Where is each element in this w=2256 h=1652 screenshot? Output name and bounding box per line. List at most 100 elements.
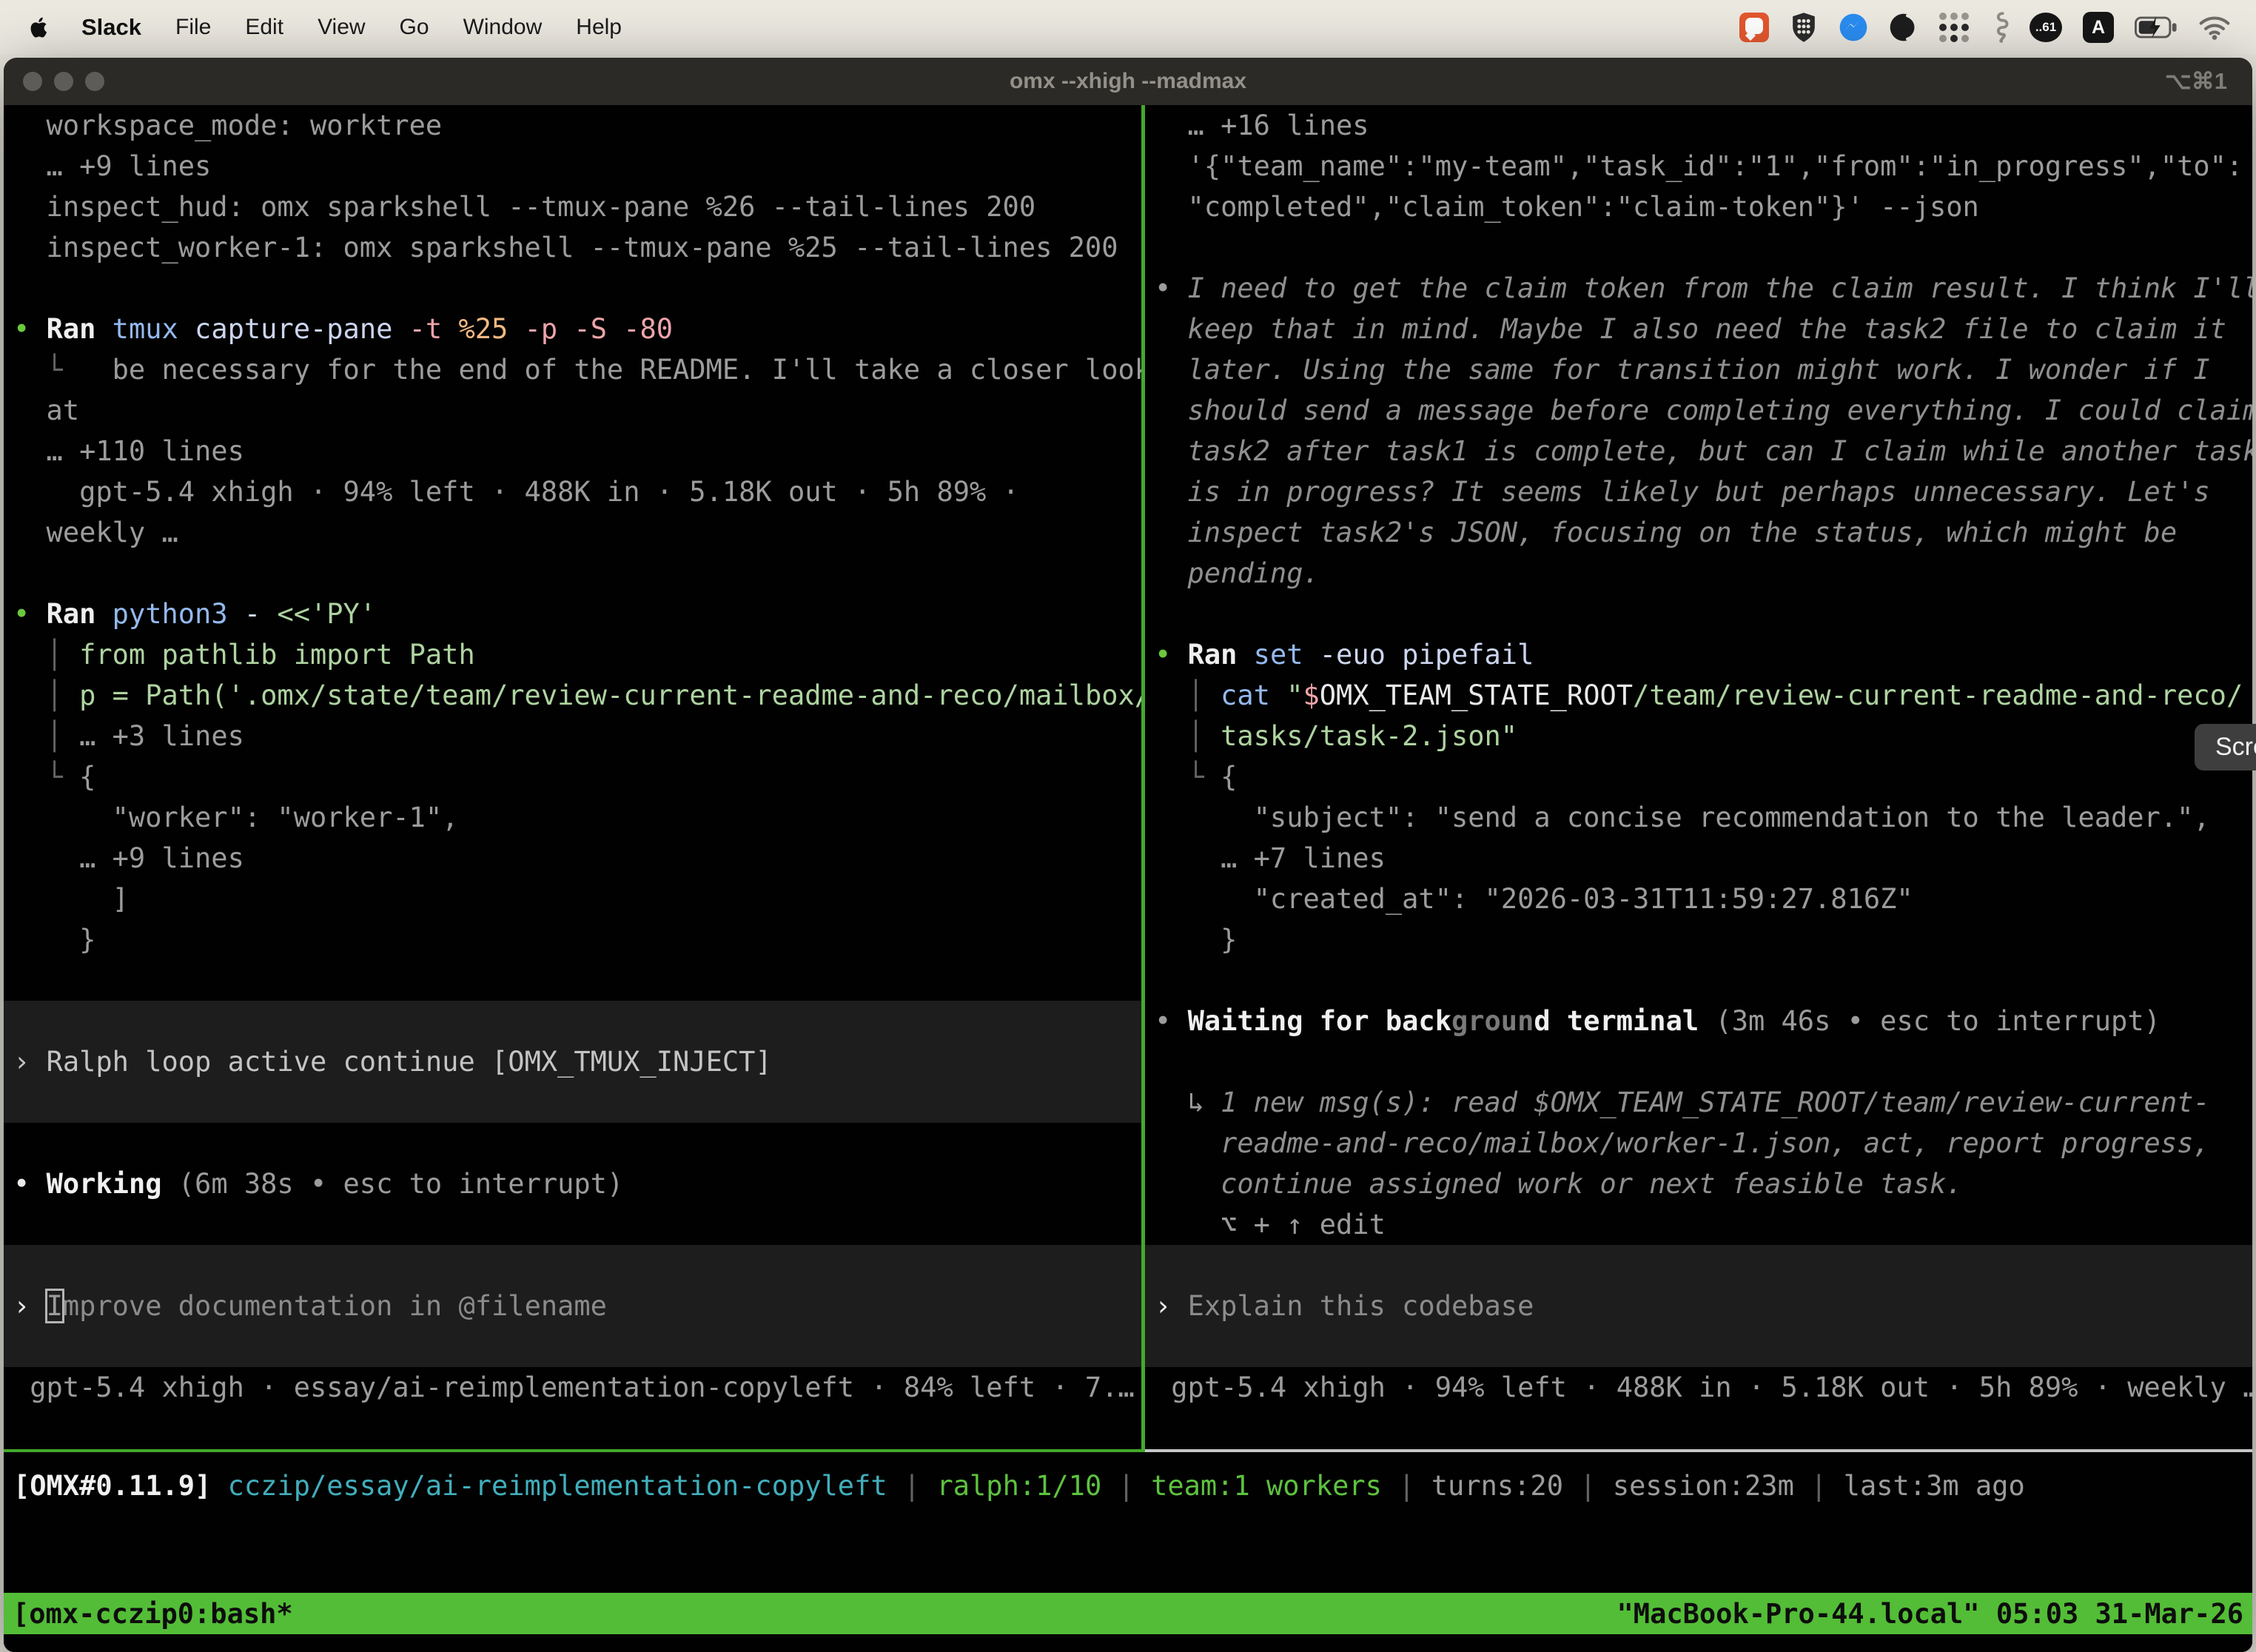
terminal-text: Ran xyxy=(47,313,113,345)
terminal-text: 1 new msg(s): read $OMX_TEAM_STATE_ROOT/… xyxy=(1221,1087,2210,1118)
terminal-text: later. Using the same for transition mig… xyxy=(1155,354,2210,386)
terminal-text: team:1 workers xyxy=(1151,1470,1382,1502)
menu-item-view[interactable]: View xyxy=(318,15,365,40)
terminal-text: task2 after task1 is complete, but can I… xyxy=(1155,435,2252,467)
terminal-line: inspect_worker-1: omx sparkshell --tmux-… xyxy=(4,227,1141,268)
terminal-text: %25 xyxy=(442,313,508,345)
prompt-input-right[interactable]: › Explain this codebase xyxy=(1145,1245,2252,1367)
terminal-text: … +110 lines xyxy=(13,435,244,467)
terminal-line: • Ran tmux capture-pane -t %25 -p -S -80 xyxy=(4,309,1141,349)
terminal-line: "worker": "worker-1", xyxy=(4,797,1141,838)
terminal-text: • xyxy=(1155,1005,1188,1037)
terminal-spacer xyxy=(4,1506,2252,1593)
terminal-line: │ … +3 lines xyxy=(4,716,1141,756)
terminal-line: workspace_mode: worktree xyxy=(4,105,1141,146)
pie-chart-icon[interactable] xyxy=(1889,13,1918,42)
battery-charging-icon[interactable] xyxy=(2135,13,2178,42)
terminal-text: inspect_worker-1: omx sparkshell --tmux-… xyxy=(13,232,1118,263)
terminal-text: python3 xyxy=(113,598,228,630)
terminal-text: weekly … xyxy=(13,517,178,548)
minimize-button[interactable] xyxy=(54,72,73,91)
terminal-line: weekly … xyxy=(4,512,1141,553)
dots-grid-icon[interactable] xyxy=(1939,13,1969,42)
terminal-line xyxy=(4,960,1141,1001)
terminal-text: { xyxy=(1221,761,1237,793)
terminal-text: gpt-5.4 xhigh · essay/ai-reimplementatio… xyxy=(13,1371,1135,1403)
terminal-line: │ tasks/task-2.json" xyxy=(1145,716,2252,756)
terminal-line: inspect task2's JSON, focusing on the st… xyxy=(1145,512,2252,553)
terminal-text: | xyxy=(1101,1470,1151,1502)
terminal-window: omx --xhigh --madmax ⌥⌘1 workspace_mode:… xyxy=(4,58,2252,1652)
terminal-text: Waiting for back xyxy=(1188,1005,1451,1037)
apple-menu-icon[interactable] xyxy=(25,14,52,41)
terminal-text: | xyxy=(1794,1470,1844,1502)
terminal-text: ⌥ + ↑ edit xyxy=(1155,1209,1386,1240)
menu-item-file[interactable]: File xyxy=(175,15,211,40)
terminal-line: └ be necessary for the end of the README… xyxy=(4,349,1141,390)
terminal-line: … +110 lines xyxy=(4,431,1141,471)
terminal-text: Explain this codebase xyxy=(1188,1290,1534,1322)
terminal-text: [OMX#0.11.9] xyxy=(13,1470,228,1502)
terminal-text: at xyxy=(13,394,79,426)
terminal-text: gpt-5.4 xhigh · 94% left · 488K in · 5.1… xyxy=(13,476,1019,508)
menu-item-help[interactable]: Help xyxy=(576,15,622,40)
terminal-line xyxy=(1145,960,2252,1001)
terminal-text: OMX_TEAM_STATE_ROOT xyxy=(1320,679,1633,711)
window-title-bar[interactable]: omx --xhigh --madmax ⌥⌘1 xyxy=(4,58,2252,105)
terminal-text: is in progress? It seems likely but perh… xyxy=(1155,476,2210,508)
screen-tooltip[interactable]: Scre xyxy=(2195,724,2256,770)
menu-item-window[interactable]: Window xyxy=(463,15,543,40)
terminal-text: "created_at": "2026-03-31T11:59:27.816Z" xyxy=(1155,883,1913,915)
terminal-text: turns:20 xyxy=(1431,1470,1563,1502)
terminal-line: keep that in mind. Maybe I also need the… xyxy=(1145,309,2252,349)
terminal-text: be necessary for the end of the README. … xyxy=(63,354,1141,386)
keypad-shield-icon[interactable] xyxy=(1790,12,1818,43)
terminal-line: is in progress? It seems likely but perh… xyxy=(1145,471,2252,512)
window-shortcut-badge: ⌥⌘1 xyxy=(2165,68,2227,95)
right-pane-border xyxy=(1145,1449,2252,1452)
badge-61-icon[interactable]: ..61 xyxy=(2030,13,2062,42)
terminal-line: readme-and-reco/mailbox/worker-1.json, a… xyxy=(1145,1123,2252,1164)
squiggle-icon[interactable] xyxy=(1990,11,2009,44)
terminal-text: -p -S -80 xyxy=(508,313,673,345)
wifi-icon[interactable] xyxy=(2198,14,2231,41)
terminal-text: Ran xyxy=(47,598,113,630)
terminal-line: } xyxy=(1145,919,2252,960)
window-title: omx --xhigh --madmax xyxy=(1010,69,1246,94)
messenger-icon[interactable] xyxy=(1839,13,1868,42)
tmux-status-bar: [omx-cczip0:bash* "MacBook-Pro-44.local"… xyxy=(4,1593,2252,1634)
terminal-text: capture-pane xyxy=(178,313,393,345)
terminal-text: Ralph loop active continue [OMX_TMUX_INJ… xyxy=(47,1046,772,1078)
terminal-text: │ xyxy=(1155,679,1221,711)
terminal-line: } xyxy=(4,919,1141,960)
terminal-text: keep that in mind. Maybe I also need the… xyxy=(1155,313,2226,345)
terminal-text: › xyxy=(13,1046,47,1078)
close-button[interactable] xyxy=(23,72,42,91)
input-source-a-icon[interactable]: A xyxy=(2083,12,2114,43)
terminal-text: inspect_hud: omx sparkshell --tmux-pane … xyxy=(13,191,1035,223)
terminal-text: readme-and-reco/mailbox/worker-1.json, a… xyxy=(1155,1127,2210,1159)
terminal-line xyxy=(1145,1041,2252,1082)
zoom-button[interactable] xyxy=(85,72,104,91)
terminal-content: workspace_mode: worktree … +9 lines insp… xyxy=(4,105,2252,1652)
terminal-text: last:3m ago xyxy=(1844,1470,2025,1502)
terminal-line xyxy=(4,1123,1141,1164)
terminal-line: • Waiting for background terminal (3m 46… xyxy=(1145,1001,2252,1041)
terminal-text: › xyxy=(1155,1290,1188,1322)
menu-item-edit[interactable]: Edit xyxy=(245,15,283,40)
active-app-name[interactable]: Slack xyxy=(81,14,141,41)
terminal-text: continue assigned work or next feasible … xyxy=(1155,1168,1963,1200)
terminal-text: tmux xyxy=(113,313,178,345)
terminal-line: • I need to get the claim token from the… xyxy=(1145,268,2252,309)
left-pane-border xyxy=(4,1449,1145,1452)
terminal-text: | xyxy=(887,1470,937,1502)
chat-icon[interactable] xyxy=(1739,13,1769,42)
terminal-line: gpt-5.4 xhigh · essay/ai-reimplementatio… xyxy=(4,1367,1141,1408)
menu-item-go[interactable]: Go xyxy=(400,15,429,40)
terminal-text: should send a message before completing … xyxy=(1155,394,2252,426)
terminal-text: groun xyxy=(1451,1005,1534,1037)
prompt-input-left[interactable]: › Improve documentation in @filename xyxy=(4,1245,1141,1367)
terminal-line: • Working (6m 38s • esc to interrupt) xyxy=(4,1164,1141,1204)
terminal-line: └ { xyxy=(1145,756,2252,797)
terminal-text: └ xyxy=(1155,761,1221,793)
